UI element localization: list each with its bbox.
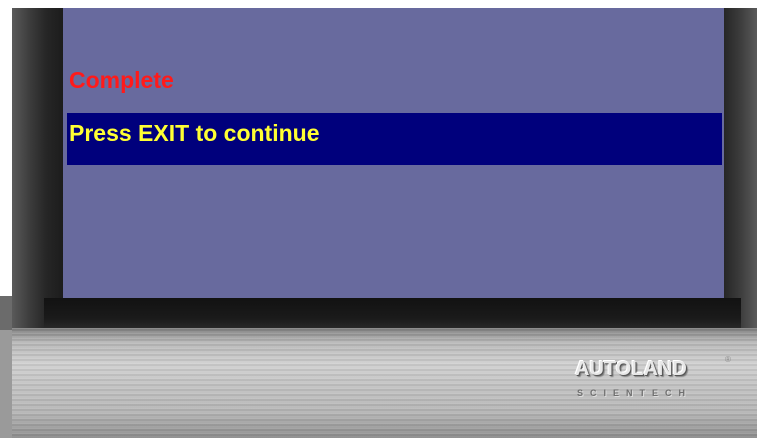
- autoland-logo: AUTOLAND ® SCIENTECH: [575, 355, 735, 413]
- screen-bottom-shadow: [44, 298, 741, 330]
- status-complete-label: Complete: [69, 67, 174, 93]
- message-bar: Press EXIT to continue: [67, 113, 722, 165]
- bezel-edge: [0, 296, 12, 330]
- scanner-device: Complete Press EXIT to continue AUTOLAND…: [0, 0, 760, 438]
- logo-tagline: SCIENTECH: [577, 388, 693, 398]
- press-exit-message: Press EXIT to continue: [69, 120, 320, 146]
- metal-edge: [0, 330, 12, 438]
- logo-wordmark: AUTOLAND: [575, 358, 687, 380]
- registered-mark: ®: [725, 355, 731, 364]
